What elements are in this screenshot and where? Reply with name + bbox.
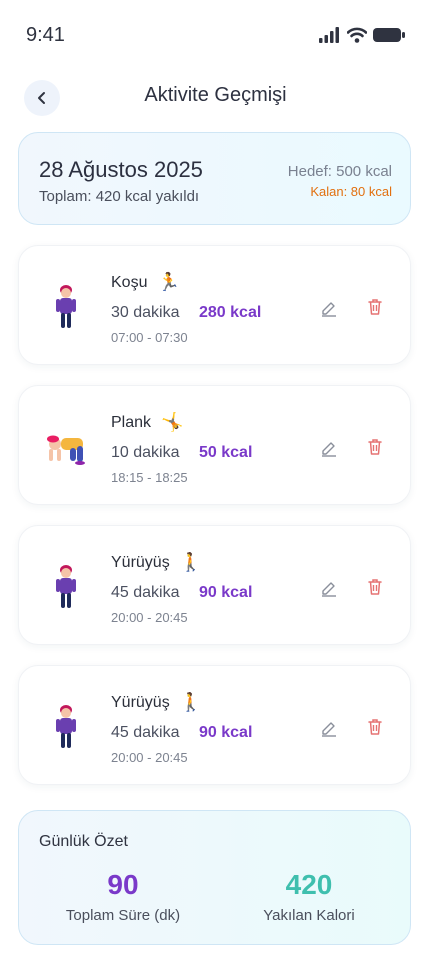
activity-kcal: 50 kcal — [199, 444, 253, 461]
activity-name: Yürüyüş 🚶 — [111, 692, 202, 713]
edit-button[interactable] — [319, 438, 339, 458]
activity-name: Koşu 🏃 — [111, 272, 180, 293]
activity-name-text: Yürüyüş — [111, 553, 170, 571]
activity-duration: 30 dakika — [111, 304, 180, 321]
running-icon: 🏃 — [157, 272, 180, 292]
header: Aktivite Geçmişi — [0, 72, 431, 124]
walking-icon: 🚶 — [179, 552, 203, 572]
edit-button[interactable] — [319, 718, 339, 738]
status-icons — [319, 27, 405, 43]
activity-time-range: 18:15 - 18:25 — [111, 470, 188, 485]
summary-date: 28 Ağustos 2025 — [39, 157, 203, 182]
date-summary-card: 28 Ağustos 2025 Toplam: 420 kcal yakıldı… — [18, 132, 411, 225]
activity-card[interactable]: Yürüyüş 🚶 45 dakika 90 kcal 20:00 - 20:4… — [18, 525, 411, 645]
cartwheel-icon: 🤸 — [161, 412, 184, 432]
activity-name: Yürüyüş 🚶 — [111, 552, 202, 573]
activity-duration: 10 dakika — [111, 444, 180, 461]
activity-name-text: Plank — [111, 413, 152, 431]
activity-time-range: 07:00 - 07:30 — [111, 330, 188, 345]
delete-button[interactable] — [365, 577, 385, 597]
wifi-icon — [347, 27, 367, 43]
activity-name: Plank 🤸 — [111, 412, 183, 433]
burned-calories-value: 420 — [285, 869, 333, 900]
edit-button[interactable] — [319, 298, 339, 318]
delete-button[interactable] — [365, 717, 385, 737]
walking-icon: 🚶 — [179, 692, 203, 712]
standing-person-avatar — [56, 705, 76, 748]
activity-name-text: Yürüyüş — [111, 693, 170, 711]
activity-time-range: 20:00 - 20:45 — [111, 610, 188, 625]
standing-person-avatar — [56, 565, 76, 608]
activity-name-text: Koşu — [111, 273, 148, 291]
daily-summary-title: Günlük Özet — [39, 833, 128, 850]
total-duration-label: Toplam Süre (dk) — [65, 907, 181, 924]
activity-kcal: 90 kcal — [199, 584, 253, 601]
summary-total: Toplam: 420 kcal yakıldı — [39, 188, 200, 205]
page-title: Aktivite Geçmişi — [144, 84, 287, 106]
summary-remaining: Kalan: 80 kcal — [310, 184, 392, 199]
activity-card[interactable]: Yürüyüş 🚶 45 dakika 90 kcal 20:00 - 20:4… — [18, 665, 411, 785]
activity-card[interactable]: Koşu 🏃 30 dakika 280 kcal 07:00 - 07:30 — [18, 245, 411, 365]
burned-calories-label: Yakılan Kalori — [263, 907, 355, 924]
daily-summary-card: Günlük Özet 90 Toplam Süre (dk) 420 Yakı… — [18, 810, 411, 945]
status-time: 9:41 — [26, 24, 65, 46]
delete-button[interactable] — [365, 437, 385, 457]
delete-button[interactable] — [365, 297, 385, 317]
summary-goal: Hedef: 500 kcal — [287, 163, 392, 180]
total-duration-value: 90 — [107, 869, 139, 900]
activity-kcal: 90 kcal — [199, 724, 253, 741]
status-bar: 9:41 — [0, 0, 431, 72]
activity-card[interactable]: Plank 🤸 10 dakika 50 kcal 18:15 - 18:25 — [18, 385, 411, 505]
plank-person-avatar — [47, 435, 85, 465]
activity-time-range: 20:00 - 20:45 — [111, 750, 188, 765]
standing-person-avatar — [56, 285, 76, 328]
activity-kcal: 280 kcal — [199, 304, 262, 321]
activity-duration: 45 dakika — [111, 724, 180, 741]
activity-duration: 45 dakika — [111, 584, 180, 601]
edit-button[interactable] — [319, 578, 339, 598]
battery-icon — [373, 28, 405, 42]
signal-icon — [319, 27, 339, 43]
